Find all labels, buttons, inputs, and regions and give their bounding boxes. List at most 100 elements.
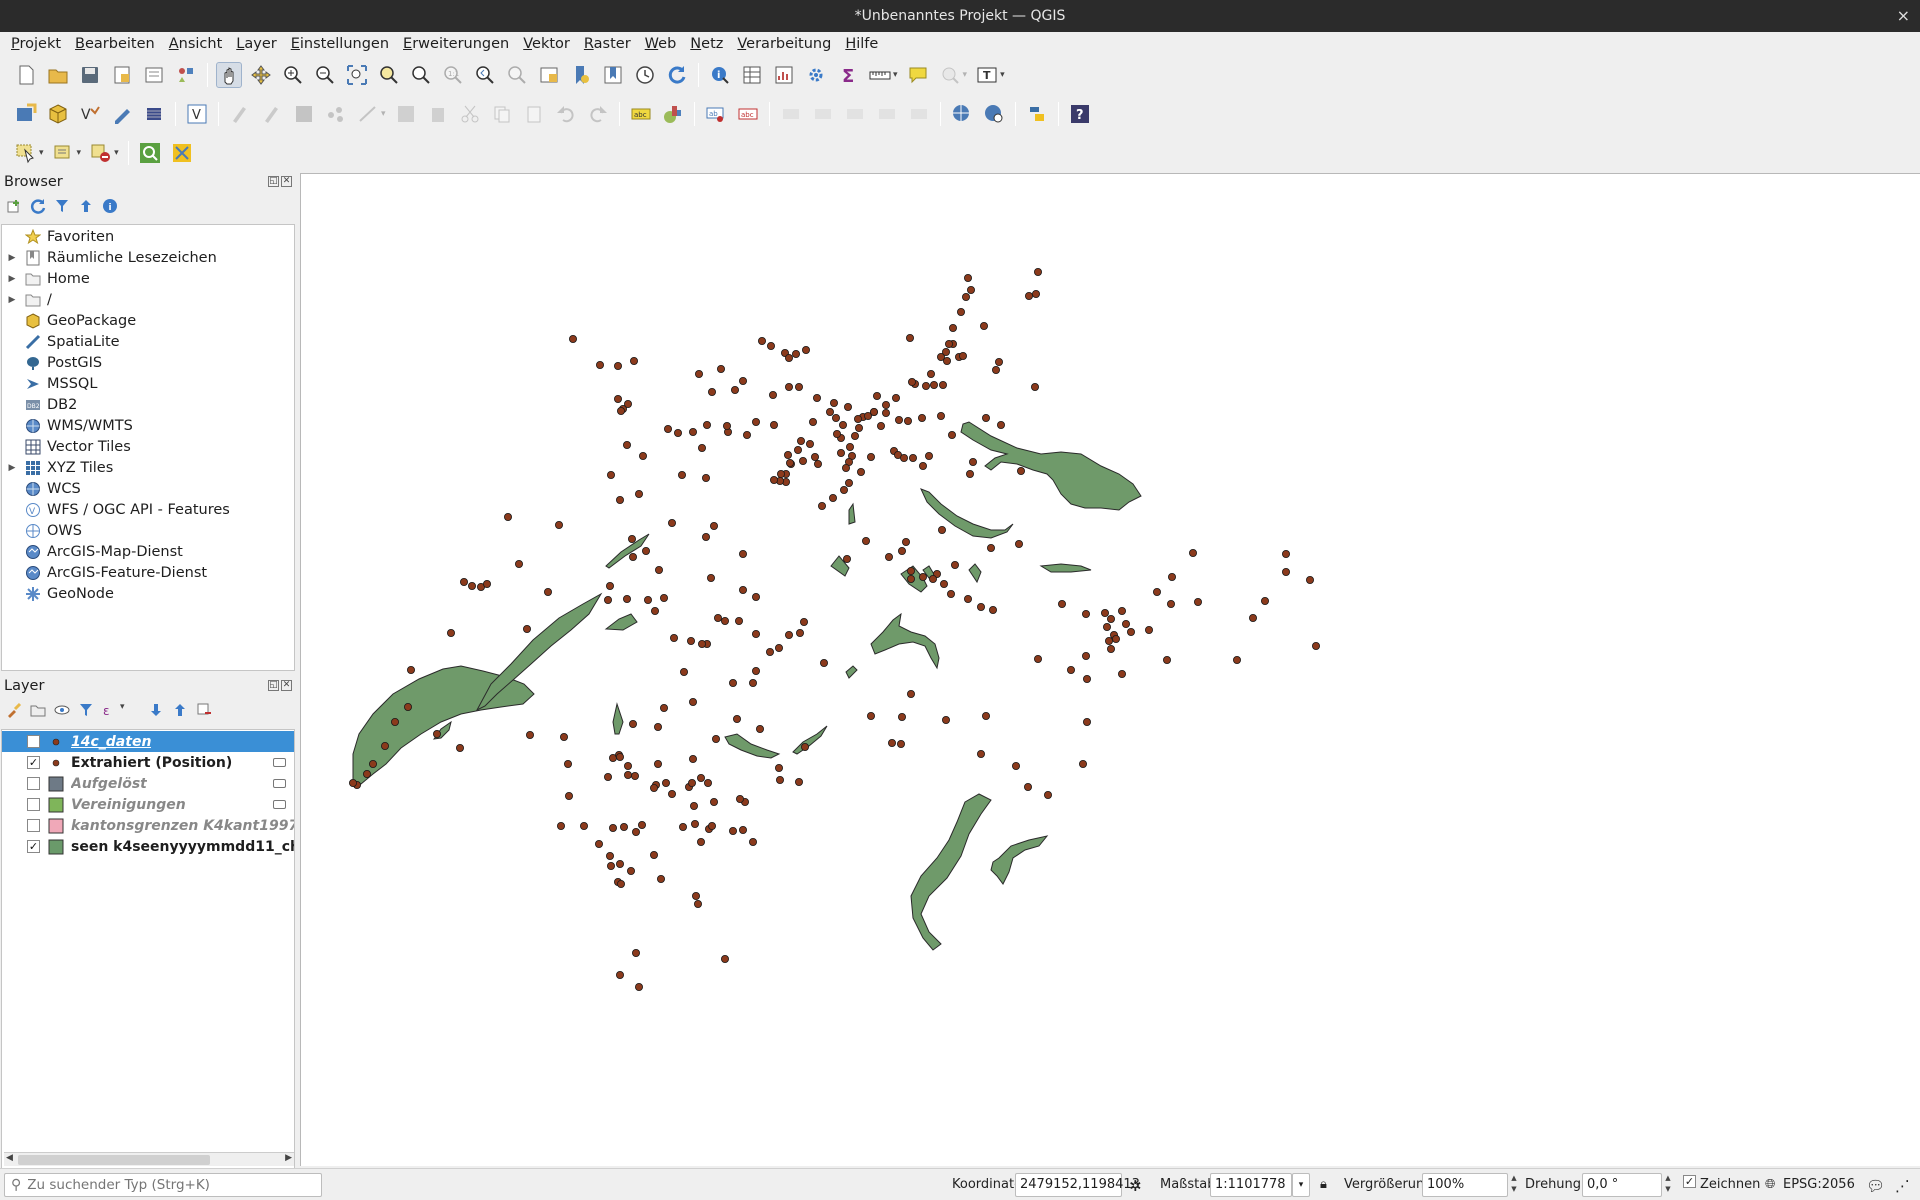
map-point-feature[interactable]: [613, 361, 622, 370]
map-point-feature[interactable]: [615, 495, 624, 504]
map-point-feature[interactable]: [820, 658, 829, 667]
scale-dropdown-icon[interactable]: ▾: [1292, 1173, 1310, 1197]
map-point-feature[interactable]: [1034, 654, 1043, 663]
pan-to-selection-icon[interactable]: [248, 62, 274, 88]
map-point-feature[interactable]: [514, 559, 523, 568]
layer-row-seen[interactable]: ✓ seen k4seenyyyymmdd11_ch2007: [2, 836, 294, 857]
map-point-feature[interactable]: [873, 391, 882, 400]
map-point-feature[interactable]: [1306, 575, 1315, 584]
label-properties-icon[interactable]: [874, 101, 900, 127]
new-geopackage-layer-icon[interactable]: [45, 101, 71, 127]
map-point-feature[interactable]: [765, 647, 774, 656]
map-point-feature[interactable]: [1012, 762, 1021, 771]
current-edits-icon[interactable]: [227, 101, 253, 127]
map-point-feature[interactable]: [1083, 718, 1092, 727]
menu-verarbeitung[interactable]: Verarbeitung: [730, 32, 838, 56]
map-point-feature[interactable]: [1107, 614, 1116, 623]
map-point-feature[interactable]: [1082, 651, 1091, 660]
map-point-feature[interactable]: [649, 784, 658, 793]
map-point-feature[interactable]: [482, 579, 491, 588]
map-point-feature[interactable]: [738, 376, 747, 385]
identify-icon[interactable]: i: [707, 62, 733, 88]
map-point-feature[interactable]: [892, 393, 901, 402]
map-point-feature[interactable]: [643, 595, 652, 604]
collapse-all-icon[interactable]: [78, 198, 94, 214]
map-point-feature[interactable]: [554, 520, 563, 529]
map-point-feature[interactable]: [964, 594, 973, 603]
diagram-tool-icon[interactable]: [660, 101, 686, 127]
add-selected-layer-icon[interactable]: [6, 198, 22, 214]
map-point-feature[interactable]: [793, 445, 802, 454]
map-point-feature[interactable]: [1024, 783, 1033, 792]
map-point-feature[interactable]: [832, 413, 841, 422]
map-point-feature[interactable]: [677, 470, 686, 479]
map-point-feature[interactable]: [1168, 572, 1177, 581]
map-point-feature[interactable]: [989, 605, 998, 614]
menu-raster[interactable]: Raster: [577, 32, 638, 56]
map-point-feature[interactable]: [1058, 599, 1067, 608]
map-point-feature[interactable]: [851, 431, 860, 440]
crs-globe-icon[interactable]: 🌐︎: [1765, 1177, 1775, 1192]
map-point-feature[interactable]: [947, 589, 956, 598]
scroll-left-icon[interactable]: ◀: [6, 1153, 13, 1163]
layer-row-vereinigungen[interactable]: Vereinigungen: [2, 794, 294, 815]
filter-expression-icon[interactable]: ε: [102, 702, 118, 718]
map-point-feature[interactable]: [969, 457, 978, 466]
map-point-feature[interactable]: [432, 730, 441, 739]
help-icon[interactable]: ?: [1067, 101, 1093, 127]
show-hide-labels-icon[interactable]: abc: [735, 101, 761, 127]
map-point-feature[interactable]: [525, 731, 534, 740]
map-point-feature[interactable]: [363, 770, 372, 779]
map-point-feature[interactable]: [738, 585, 747, 594]
map-point-feature[interactable]: [796, 436, 805, 445]
map-point-feature[interactable]: [907, 574, 916, 583]
map-point-feature[interactable]: [948, 430, 957, 439]
deselect-icon[interactable]: [88, 140, 114, 166]
map-point-feature[interactable]: [840, 485, 849, 494]
map-point-feature[interactable]: [808, 417, 817, 426]
layer-visibility-checkbox[interactable]: [27, 798, 40, 811]
map-point-feature[interactable]: [794, 382, 803, 391]
map-point-feature[interactable]: [885, 552, 894, 561]
map-point-feature[interactable]: [349, 779, 358, 788]
map-point-feature[interactable]: [982, 712, 991, 721]
map-point-feature[interactable]: [1015, 539, 1024, 548]
menu-ansicht[interactable]: Ansicht: [162, 32, 230, 56]
menu-hilfe[interactable]: Hilfe: [838, 32, 885, 56]
map-point-feature[interactable]: [1112, 634, 1121, 643]
map-point-feature[interactable]: [631, 949, 640, 958]
map-point-feature[interactable]: [959, 351, 968, 360]
map-point-feature[interactable]: [467, 581, 476, 590]
scrollbar-thumb[interactable]: [18, 1155, 210, 1165]
map-point-feature[interactable]: [691, 892, 700, 901]
new-temp-scratch-layer-icon[interactable]: [109, 101, 135, 127]
map-point-feature[interactable]: [603, 595, 612, 604]
map-point-feature[interactable]: [992, 365, 1001, 374]
pin-labels-icon[interactable]: ab: [703, 101, 729, 127]
map-point-feature[interactable]: [654, 565, 663, 574]
pan-map-icon[interactable]: [216, 62, 242, 88]
map-point-feature[interactable]: [564, 792, 573, 801]
map-point-feature[interactable]: [1282, 567, 1291, 576]
layer-visibility-checkbox[interactable]: [27, 777, 40, 790]
map-point-feature[interactable]: [751, 417, 760, 426]
map-point-feature[interactable]: [606, 862, 615, 871]
map-point-feature[interactable]: [977, 750, 986, 759]
map-point-feature[interactable]: [818, 501, 827, 510]
temporary-layer-icon[interactable]: [273, 758, 286, 767]
menu-vektor[interactable]: Vektor: [516, 32, 577, 56]
map-point-feature[interactable]: [1122, 619, 1131, 628]
map-point-feature[interactable]: [1082, 609, 1091, 618]
map-point-feature[interactable]: [623, 771, 632, 780]
refresh-icon[interactable]: [664, 62, 690, 88]
map-point-feature[interactable]: [949, 323, 958, 332]
map-point-feature[interactable]: [579, 822, 588, 831]
map-point-feature[interactable]: [845, 478, 854, 487]
map-point-feature[interactable]: [613, 394, 622, 403]
map-point-feature[interactable]: [902, 537, 911, 546]
sum-icon[interactable]: Σ: [835, 62, 861, 88]
map-point-feature[interactable]: [503, 512, 512, 521]
map-point-feature[interactable]: [616, 880, 625, 889]
layer-visibility-checkbox[interactable]: ✓: [27, 840, 40, 853]
map-point-feature[interactable]: [659, 704, 668, 713]
